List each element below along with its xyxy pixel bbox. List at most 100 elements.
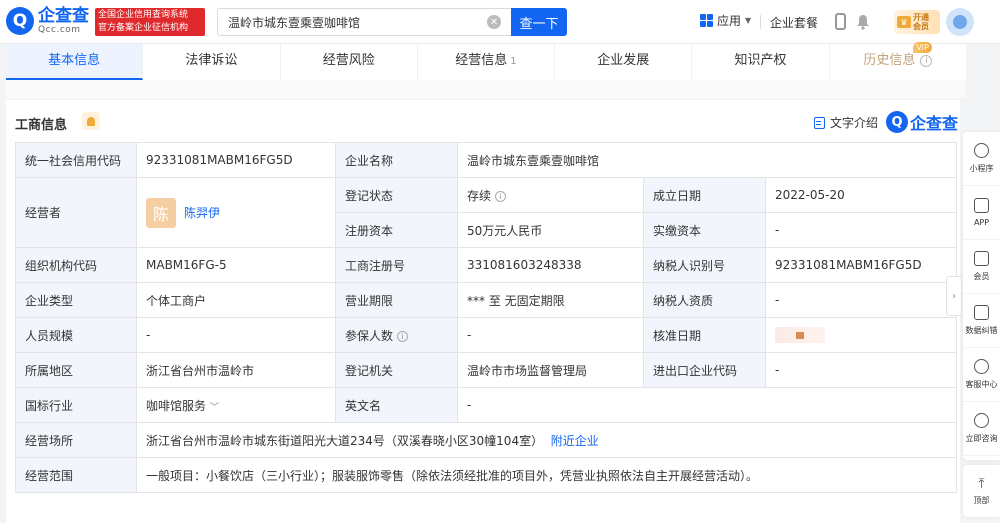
logo-mark: Q [6,7,34,35]
rail-vip[interactable]: 会员 [963,240,1000,294]
table-row: 经营者 陈 陈羿伊 登记状态 存续 i 成立日期 2022-05-20 [15,177,958,248]
tab-label: 法律诉讼 [185,53,238,68]
vip-icon [974,251,989,266]
info-icon[interactable]: i [397,330,409,342]
bell-icon[interactable] [82,112,100,130]
type-value: 个体工商户 [136,282,336,318]
credit-code-value: 92331081MABM16FG5D [136,142,336,178]
paid-capital-label: 实缴资本 [643,212,766,248]
established-value: 2022-05-20 [764,177,958,213]
rail-service-center[interactable]: 客服中心 [963,348,1000,402]
clear-icon[interactable]: ✕ [487,15,501,29]
ie-code-value: - [764,352,958,388]
tab-label: 经营信息 [455,53,508,68]
top-bar: Q 企查查 Qcc.com 全国企业信用查询系统 官方备案企业征信机构 ✕ 查一… [0,0,1000,44]
address-label: 经营场所 [15,422,137,458]
staff-label: 人员规模 [15,317,137,353]
nearby-companies-link[interactable]: 附近企业 [551,434,599,448]
credit-code-label: 统一社会信用代码 [15,142,137,178]
app-menu[interactable]: 应用 ▼ [700,12,751,29]
tab-legal[interactable]: 法律诉讼 [143,44,281,80]
rail-mini-program[interactable]: 小程序 [963,132,1000,186]
authority-value: 温岭市市场监督管理局 [457,352,644,388]
slogan-line-2: 官方备案企业征信机构 [98,23,189,33]
tax-id-label: 纳税人识别号 [643,247,766,283]
status-cell: 存续 i [457,177,644,213]
rail-label: 数据纠错 [965,326,998,335]
org-code-label: 组织机构代码 [15,247,137,283]
operator-label: 经营者 [15,177,137,248]
status-value: 存续 [467,188,492,203]
package-link[interactable]: 企业套餐 [770,14,818,31]
industry-cell[interactable]: 咖啡馆服务 ﹀ [136,387,336,423]
term-value: *** 至 无固定期限 [457,282,644,318]
info-icon: i [920,54,933,67]
taxpayer-value: - [764,282,958,318]
company-name-value: 温岭市城东壹乘壹咖啡馆 [456,142,958,178]
operator-cell: 陈 陈羿伊 [136,177,336,248]
locked-value[interactable] [775,327,825,343]
vip-open-button[interactable]: ♛ 开通 会员 [894,10,940,34]
term-label: 营业期限 [335,282,458,318]
industry-label: 国标行业 [15,387,137,423]
business-info-table: 统一社会信用代码 92331081MABM16FG5D 企业名称 温岭市城东壹乘… [15,142,958,493]
document-icon [814,116,825,129]
search-button[interactable]: 查一下 [511,8,567,36]
search-input[interactable] [218,10,487,34]
sub-bar [6,80,966,98]
brand-text: 企查查 [910,114,959,133]
industry-value: 咖啡馆服务 [146,398,207,413]
chevron-right-icon[interactable]: › [946,276,962,316]
phone-icon [974,198,989,213]
region-label: 所属地区 [15,352,137,388]
vip-line-1: 开通 [913,13,929,22]
tab-development[interactable]: 企业发展 [555,44,693,80]
vip-line-2: 会员 [913,22,929,31]
caret-down-icon: ▼ [745,16,752,25]
tab-label: 经营风险 [322,53,375,68]
divider [760,15,761,29]
bell-icon[interactable] [856,14,870,30]
headset-icon [974,359,989,374]
reg-no-value: 331081603248338 [457,247,644,283]
tab-label: 基本信息 [48,53,101,68]
back-to-top-button[interactable]: ⤒ 顶部 [963,465,1000,517]
paid-capital-value: - [764,212,958,248]
ie-code-label: 进出口企业代码 [643,352,766,388]
info-icon[interactable]: i [495,190,507,202]
search-box: ✕ [217,8,511,36]
type-label: 企业类型 [15,282,137,318]
operator-link[interactable]: 陈羿伊 [184,204,220,221]
main-tabs: 基本信息 法律诉讼 经营风险 经营信息 1 企业发展 知识产权 VIP 历史信息 i [6,42,966,80]
tab-history[interactable]: VIP 历史信息 i [830,42,966,80]
brand-logo: Q 企查查 [886,110,958,134]
logo-cn: 企查查 [38,6,89,26]
table-row: 所属地区 浙江省台州市温岭市 登记机关 温岭市市场监督管理局 进出口企业代码 - [15,352,958,388]
logo-en: Qcc.com [38,25,81,35]
tab-label: 知识产权 [734,53,787,68]
logo[interactable]: Q 企查查 Qcc.com [6,7,89,35]
tab-ip[interactable]: 知识产权 [692,44,830,80]
user-avatar[interactable] [946,8,974,36]
rail-consult[interactable]: 立即咨询 [963,402,1000,456]
approval-label: 核准日期 [643,317,766,353]
brand-mark: Q [886,111,908,133]
edit-icon [974,305,989,320]
tab-label: 历史信息 [863,53,916,68]
approval-cell [764,317,958,353]
tab-basic-info[interactable]: 基本信息 [6,44,144,80]
region-value: 浙江省台州市温岭市 [136,352,336,388]
address-cell: 浙江省台州市温岭市城东街道阳光大道234号（双溪春晓小区30幢104室） 附近企… [135,422,958,458]
text-intro-button[interactable]: 文字介绍 [814,114,878,131]
tab-operations[interactable]: 经营信息 1 [418,44,556,80]
rail-app[interactable]: APP [963,186,1000,240]
tab-risk[interactable]: 经营风险 [281,44,418,80]
slogan-line-1: 全国企业信用查询系统 [98,10,189,20]
rail-data-correction[interactable]: 数据纠错 [963,294,1000,348]
tax-id-value: 92331081MABM16FG5D [764,247,958,283]
insured-value: - [457,317,644,353]
company-name-label: 企业名称 [335,142,458,178]
chat-icon [974,413,989,428]
address-value: 浙江省台州市温岭市城东街道阳光大道234号（双溪春晓小区30幢104室） [146,433,544,448]
phone-icon[interactable] [835,13,846,30]
